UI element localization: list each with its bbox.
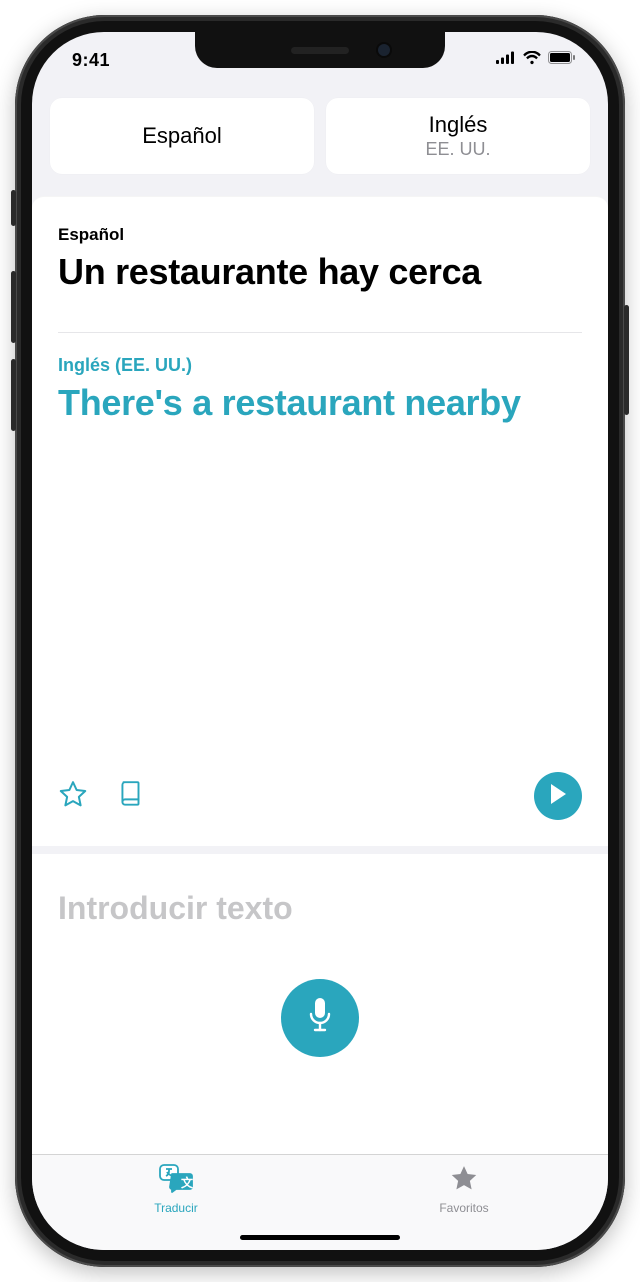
speaker-grille <box>291 47 349 54</box>
text-input[interactable]: Introducir texto <box>58 890 582 927</box>
source-language-button[interactable]: Español <box>50 98 314 174</box>
tab-favorites-label: Favoritos <box>439 1201 488 1215</box>
star-filled-icon <box>449 1163 479 1198</box>
action-row <box>32 772 608 846</box>
front-camera <box>378 44 390 56</box>
source-lang-label: Español <box>58 225 582 245</box>
power-button <box>624 305 629 415</box>
silence-switch <box>11 190 16 226</box>
volume-down-button <box>11 359 16 431</box>
battery-icon <box>548 51 576 69</box>
target-language-name: Inglés <box>429 112 488 138</box>
target-section: Inglés (EE. UU.) There's a restaurant ne… <box>32 333 608 423</box>
target-language-sub: EE. UU. <box>425 139 490 160</box>
phone-frame: 9:41 Español Inglés EE. UU. <box>15 15 625 1267</box>
source-language-name: Español <box>142 123 222 149</box>
input-zone: Introducir texto <box>32 846 608 1154</box>
status-time: 9:41 <box>72 50 110 71</box>
status-icons <box>496 51 576 70</box>
dictionary-button[interactable] <box>118 779 144 814</box>
translation-card: Español Un restaurante hay cerca Inglés … <box>32 196 608 846</box>
play-button[interactable] <box>534 772 582 820</box>
language-selector-row: Español Inglés EE. UU. <box>32 88 608 196</box>
svg-text:文: 文 <box>181 1175 194 1190</box>
translate-icon: 文 <box>158 1163 194 1198</box>
microphone-button[interactable] <box>281 979 359 1057</box>
screen: 9:41 Español Inglés EE. UU. <box>32 32 608 1250</box>
wifi-icon <box>522 51 542 70</box>
home-indicator[interactable] <box>240 1235 400 1240</box>
target-lang-label: Inglés (EE. UU.) <box>58 355 582 376</box>
target-language-button[interactable]: Inglés EE. UU. <box>326 98 590 174</box>
source-section: Español Un restaurante hay cerca <box>32 197 608 310</box>
notch <box>195 32 445 68</box>
star-icon <box>58 779 88 814</box>
source-text[interactable]: Un restaurante hay cerca <box>58 251 582 292</box>
target-text: There's a restaurant nearby <box>58 382 582 423</box>
volume-up-button <box>11 271 16 343</box>
play-icon <box>548 783 568 810</box>
cellular-icon <box>496 51 516 69</box>
favorite-button[interactable] <box>58 779 88 814</box>
tab-translate-label: Traducir <box>154 1201 198 1215</box>
book-icon <box>118 779 144 814</box>
microphone-icon <box>305 996 335 1041</box>
